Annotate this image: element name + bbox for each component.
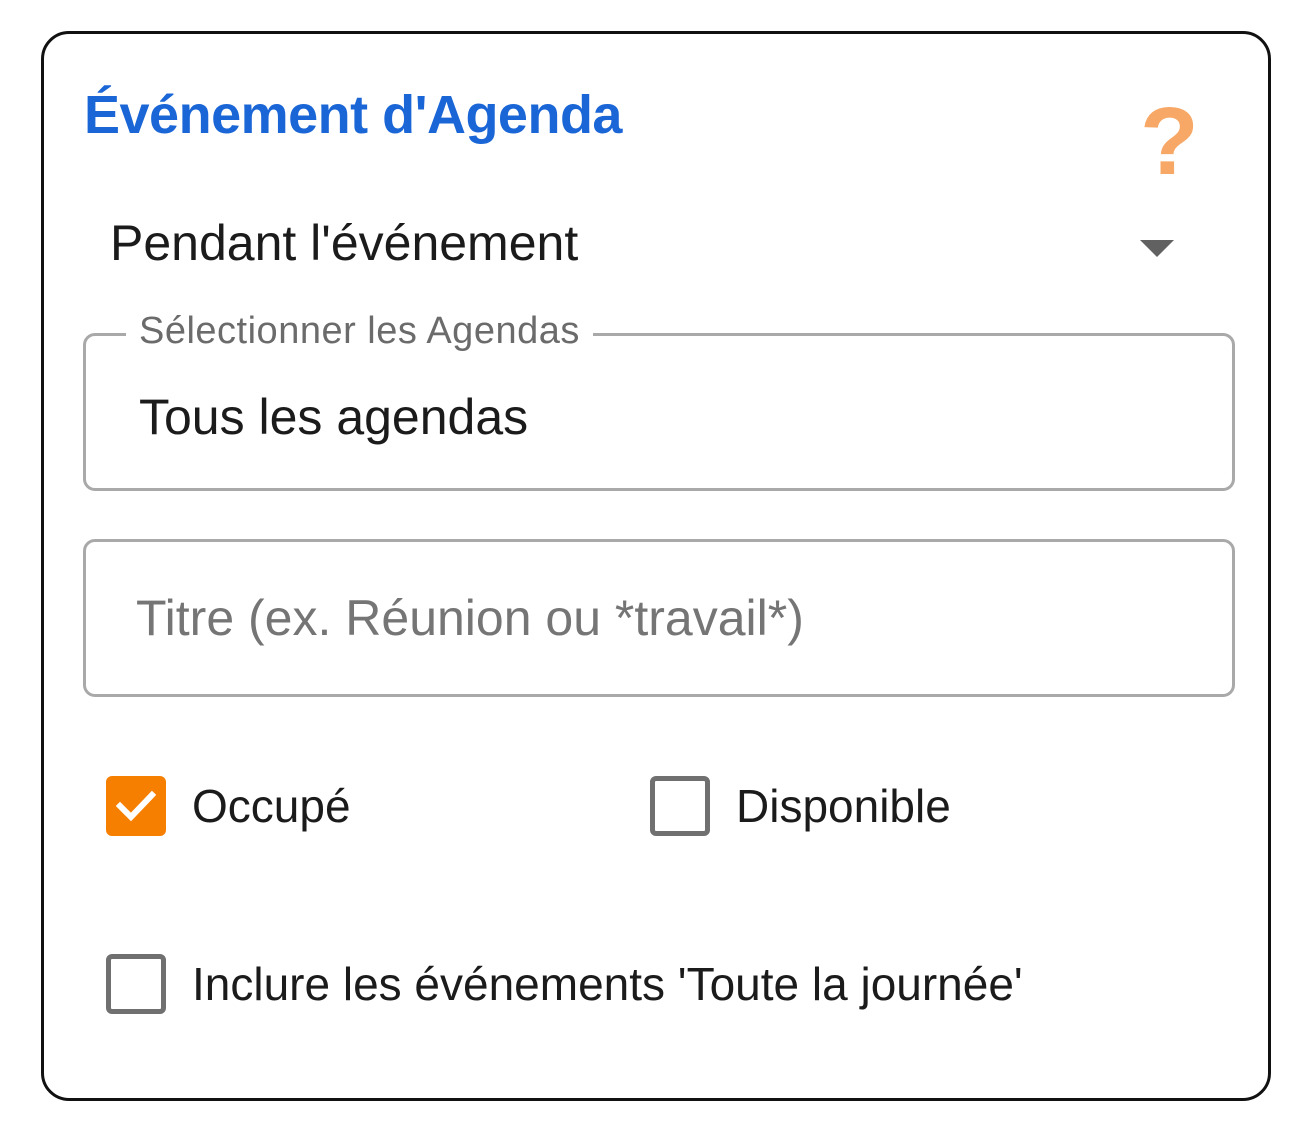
busy-checkbox[interactable] [106, 776, 166, 836]
event-timing-dropdown[interactable]: Pendant l'événement [110, 214, 1190, 284]
event-title-field [83, 539, 1235, 697]
event-timing-value: Pendant l'événement [110, 215, 579, 271]
busy-checkbox-row[interactable]: Occupé [106, 776, 351, 836]
card-title: Événement d'Agenda [84, 85, 622, 145]
busy-label: Occupé [192, 780, 351, 832]
all-day-label: Inclure les événements 'Toute la journée… [192, 958, 1023, 1010]
help-icon[interactable]: ? [1140, 94, 1199, 190]
event-title-input[interactable] [136, 570, 1176, 666]
free-label: Disponible [736, 780, 951, 832]
calendars-field-value: Tous les agendas [139, 389, 529, 445]
calendar-event-card: Événement d'Agenda ? Pendant l'événement… [41, 31, 1271, 1101]
all-day-checkbox-row[interactable]: Inclure les événements 'Toute la journée… [106, 954, 1023, 1014]
all-day-checkbox[interactable] [106, 954, 166, 1014]
chevron-down-icon [1140, 240, 1174, 257]
free-checkbox-row[interactable]: Disponible [650, 776, 951, 836]
calendars-select-field[interactable]: Sélectionner les Agendas Tous les agenda… [83, 310, 1235, 491]
calendars-field-label: Sélectionner les Agendas [126, 310, 593, 353]
free-checkbox[interactable] [650, 776, 710, 836]
checkmark-icon [116, 790, 156, 822]
